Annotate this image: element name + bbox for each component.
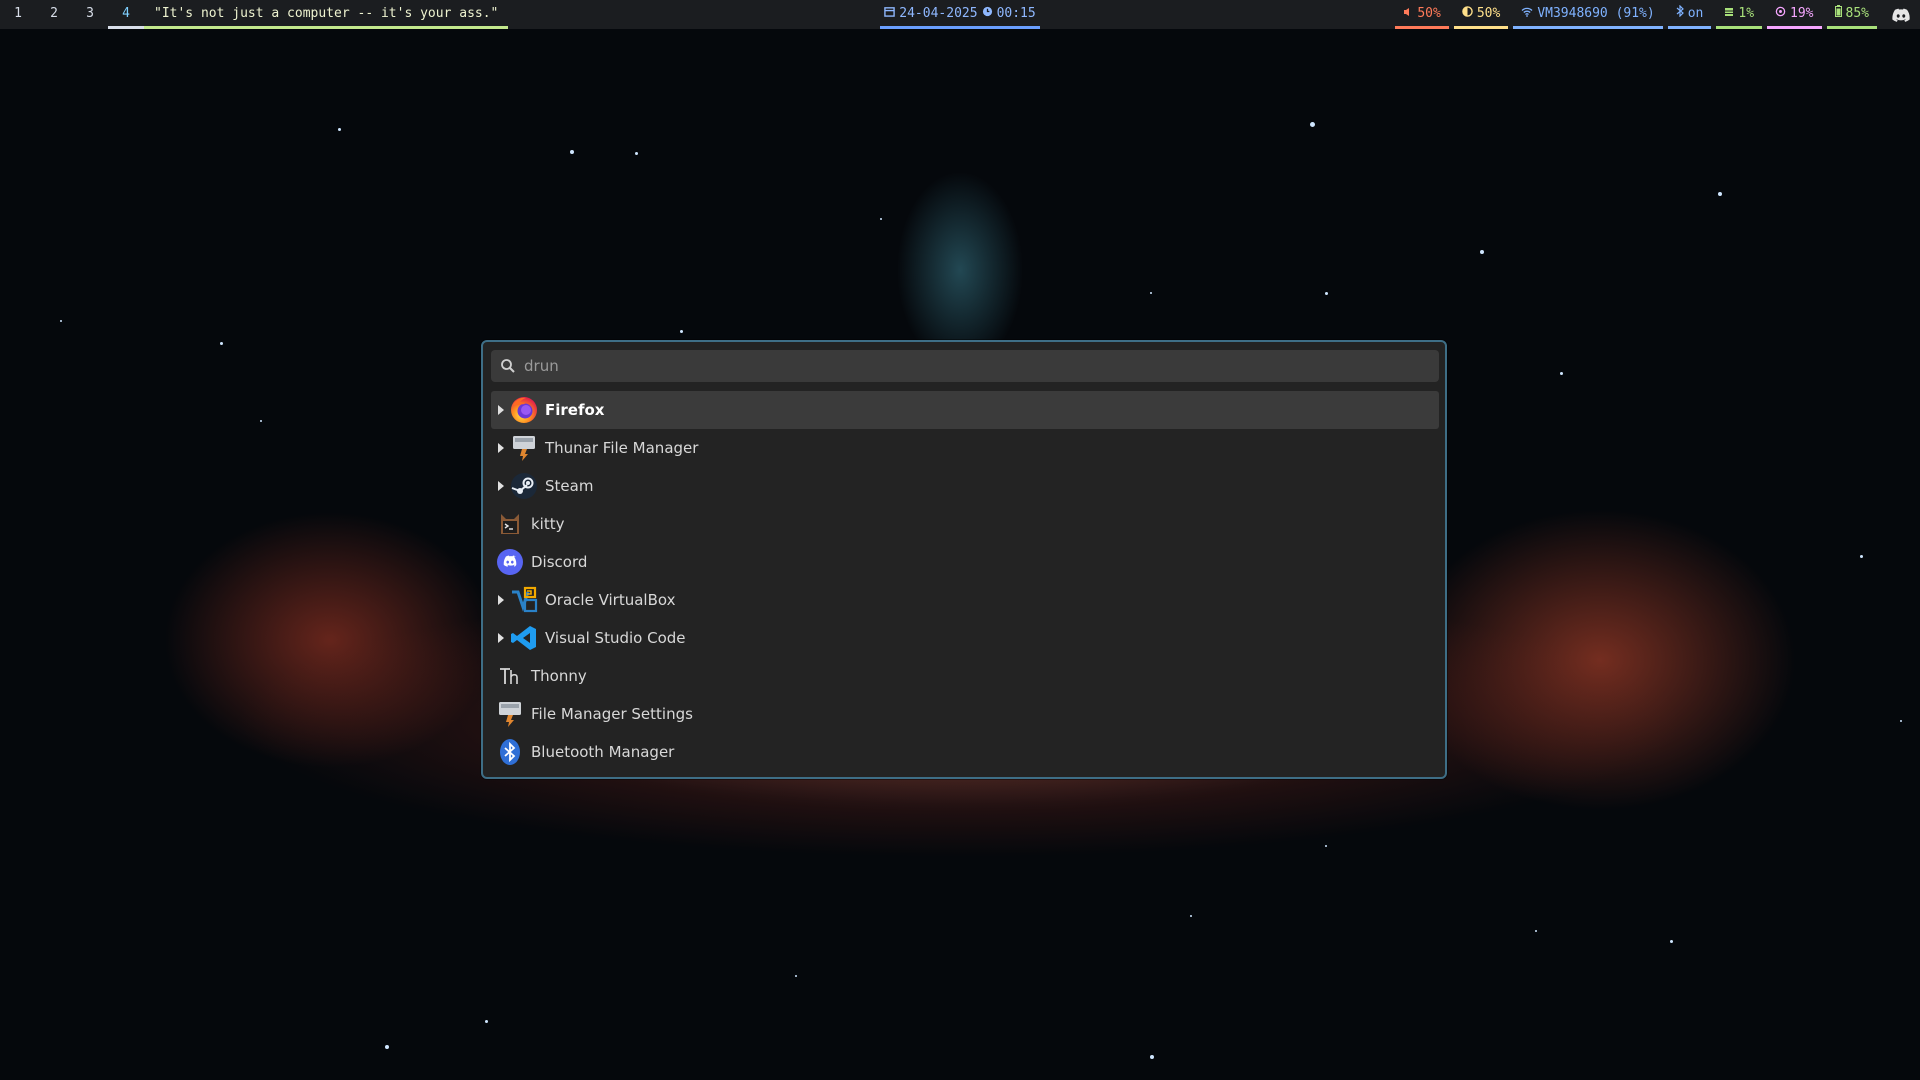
time-text: 00:15 bbox=[996, 5, 1036, 21]
list-item-file-manager-settings[interactable]: File Manager Settings bbox=[491, 695, 1439, 733]
wallpaper-star bbox=[260, 420, 262, 422]
wallpaper-star bbox=[1900, 720, 1902, 722]
bluetooth-value: on bbox=[1687, 5, 1704, 21]
app-label: File Manager Settings bbox=[531, 705, 693, 723]
memory-module[interactable]: 1% bbox=[1716, 0, 1763, 29]
bluetooth-icon bbox=[1676, 4, 1684, 21]
app-list: Firefox Thunar File Manager Steam kitty … bbox=[491, 391, 1439, 771]
list-item-steam[interactable]: Steam bbox=[491, 467, 1439, 505]
wallpaper-star bbox=[1325, 845, 1327, 847]
wallpaper-star bbox=[1718, 192, 1722, 196]
memory-icon bbox=[1724, 6, 1734, 21]
vscode-icon bbox=[509, 623, 539, 653]
workspace-switcher: 1 2 3 4 bbox=[0, 0, 144, 29]
wallpaper-star bbox=[1190, 915, 1192, 917]
kitty-icon bbox=[495, 509, 525, 539]
virtualbox-icon bbox=[509, 585, 539, 615]
wifi-icon bbox=[1521, 6, 1533, 21]
cpu-module[interactable]: 19% bbox=[1767, 0, 1822, 29]
network-value: VM3948690 (91%) bbox=[1537, 5, 1655, 21]
wallpaper-star bbox=[220, 342, 223, 345]
wallpaper-star bbox=[385, 1045, 389, 1049]
cpu-value: 19% bbox=[1790, 5, 1814, 21]
list-item-virtualbox[interactable]: Oracle VirtualBox bbox=[491, 581, 1439, 619]
app-label: Bluetooth Manager bbox=[531, 743, 675, 761]
wallpaper-star bbox=[1860, 555, 1863, 558]
thunar-icon bbox=[509, 433, 539, 463]
list-item-vscode[interactable]: Visual Studio Code bbox=[491, 619, 1439, 657]
cpu-icon bbox=[1775, 6, 1786, 21]
chevron-right-icon[interactable] bbox=[493, 481, 509, 491]
workspace-button-2[interactable]: 2 bbox=[36, 0, 72, 29]
wallpaper-star bbox=[795, 975, 797, 977]
file-manager-settings-icon bbox=[495, 699, 525, 729]
workspace-button-1[interactable]: 1 bbox=[0, 0, 36, 29]
list-item-firefox[interactable]: Firefox bbox=[491, 391, 1439, 429]
workspace-button-4[interactable]: 4 bbox=[108, 0, 144, 29]
list-item-kitty[interactable]: kitty bbox=[491, 505, 1439, 543]
brightness-value: 50% bbox=[1476, 5, 1501, 21]
wallpaper-star bbox=[570, 150, 574, 154]
discord-tray-icon[interactable] bbox=[1882, 0, 1920, 29]
battery-module[interactable]: 85% bbox=[1826, 0, 1877, 29]
wallpaper-star bbox=[1670, 940, 1673, 943]
wallpaper-star bbox=[60, 320, 62, 322]
speaker-icon bbox=[1403, 6, 1413, 21]
calendar-icon bbox=[884, 6, 896, 21]
list-item-discord[interactable]: Discord bbox=[491, 543, 1439, 581]
steam-icon bbox=[509, 471, 539, 501]
brightness-module[interactable]: 50% bbox=[1453, 0, 1509, 29]
wallpaper-star bbox=[1310, 122, 1315, 127]
wallpaper-star bbox=[338, 128, 341, 131]
volume-value: 50% bbox=[1417, 5, 1441, 21]
list-item-thunar[interactable]: Thunar File Manager bbox=[491, 429, 1439, 467]
date-text: 24-04-2025 bbox=[899, 5, 978, 21]
volume-module[interactable]: 50% bbox=[1395, 0, 1449, 29]
wallpaper-star bbox=[635, 152, 638, 155]
workspace-button-3[interactable]: 3 bbox=[72, 0, 108, 29]
wallpaper-star bbox=[1480, 250, 1484, 254]
app-label: Oracle VirtualBox bbox=[545, 591, 676, 609]
wallpaper-star bbox=[485, 1020, 488, 1023]
network-module[interactable]: VM3948690 (91%) bbox=[1513, 0, 1663, 29]
firefox-icon bbox=[509, 395, 539, 425]
wallpaper-star bbox=[1535, 930, 1537, 932]
app-label: Thunar File Manager bbox=[545, 439, 699, 457]
list-item-bluetooth-manager[interactable]: Bluetooth Manager bbox=[491, 733, 1439, 771]
app-label: Visual Studio Code bbox=[545, 629, 686, 647]
wallpaper-star bbox=[1560, 372, 1563, 375]
wallpaper-star bbox=[1150, 1055, 1154, 1059]
search-bar[interactable] bbox=[491, 350, 1439, 382]
app-label: kitty bbox=[531, 515, 565, 533]
search-input[interactable] bbox=[522, 356, 1406, 376]
top-bar: 1 2 3 4 "It's not just a computer -- it'… bbox=[0, 0, 1920, 29]
chevron-right-icon[interactable] bbox=[493, 443, 509, 453]
chevron-right-icon[interactable] bbox=[493, 595, 509, 605]
thonny-icon bbox=[495, 661, 525, 691]
search-icon bbox=[500, 358, 516, 374]
chevron-right-icon[interactable] bbox=[493, 633, 509, 643]
discord-icon bbox=[495, 547, 525, 577]
wallpaper-star bbox=[680, 330, 683, 333]
battery-icon bbox=[1834, 5, 1842, 21]
app-label: Steam bbox=[545, 477, 594, 495]
wallpaper-star bbox=[880, 218, 882, 220]
chevron-right-icon[interactable] bbox=[493, 405, 509, 415]
app-label: Firefox bbox=[545, 401, 605, 419]
wallpaper-star bbox=[1150, 292, 1152, 294]
brightness-icon bbox=[1462, 5, 1473, 21]
list-item-thonny[interactable]: Thonny bbox=[491, 657, 1439, 695]
clock-icon bbox=[982, 6, 993, 21]
wallpaper-star bbox=[1325, 292, 1328, 295]
window-title: "It's not just a computer -- it's your a… bbox=[144, 0, 509, 29]
app-launcher: Firefox Thunar File Manager Steam bbox=[481, 340, 1447, 779]
app-label: Thonny bbox=[531, 667, 587, 685]
app-label: Discord bbox=[531, 553, 588, 571]
bluetooth-module[interactable]: on bbox=[1667, 0, 1712, 29]
bluetooth-manager-icon bbox=[495, 737, 525, 767]
status-modules: 50% 50% VM3948690 (91%) on 1% 19% 85% bbox=[1390, 0, 1920, 29]
battery-value: 85% bbox=[1845, 5, 1869, 21]
memory-value: 1% bbox=[1738, 5, 1755, 21]
clock-module[interactable]: 24-04-2025 00:15 bbox=[880, 0, 1040, 29]
